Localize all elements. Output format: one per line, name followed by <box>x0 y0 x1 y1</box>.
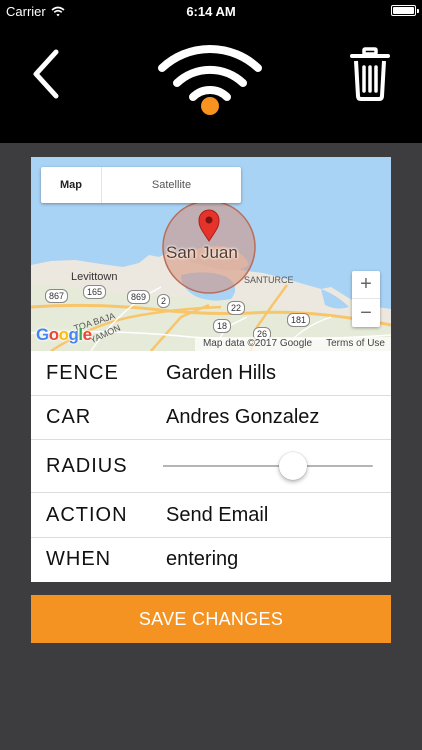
map-type-satellite-button[interactable]: Satellite <box>102 167 241 203</box>
place-label: San Juan <box>166 243 238 262</box>
delete-button[interactable] <box>346 46 394 102</box>
radius-label: RADIUS <box>46 454 128 477</box>
app-header <box>0 22 422 143</box>
fence-value[interactable]: Garden Hills <box>166 362 276 385</box>
car-row[interactable]: CAR Andres Gonzalez <box>31 396 391 440</box>
fence-label: FENCE <box>46 361 119 384</box>
geofence-details: FENCE Garden Hills CAR Andres Gonzalez R… <box>31 351 391 581</box>
radius-slider[interactable] <box>163 440 373 493</box>
radius-row: RADIUS <box>31 440 391 493</box>
map-attribution-text: Map data ©2017 Google <box>202 338 313 349</box>
road-shield: 165 <box>83 285 107 299</box>
status-bar: Carrier 6:14 AM <box>0 0 422 22</box>
map-attribution: Map data ©2017 Google Terms of Use <box>194 337 391 351</box>
google-logo: Google <box>36 325 92 344</box>
map-view[interactable]: San Juan Levittown SANTURCE TOA BAJA YAM… <box>31 157 391 351</box>
map-type-control: Map Satellite <box>41 167 241 203</box>
battery-level <box>393 7 414 14</box>
terms-of-use-link[interactable]: Terms of Use <box>326 338 385 351</box>
road-shield: 22 <box>227 301 246 315</box>
map-label-santurce: SANTURCE <box>244 275 294 285</box>
when-row[interactable]: WHEN entering <box>31 538 391 581</box>
action-value[interactable]: Send Email <box>166 504 268 527</box>
save-changes-button[interactable]: SAVE CHANGES <box>31 595 391 643</box>
status-time: 6:14 AM <box>186 4 236 19</box>
radius-slider-fill <box>163 465 294 467</box>
road-shield: 18 <box>213 319 232 333</box>
road-shield: 869 <box>127 290 151 304</box>
geofence-card: San Juan Levittown SANTURCE TOA BAJA YAM… <box>31 157 391 582</box>
when-value[interactable]: entering <box>166 548 238 571</box>
action-label: ACTION <box>46 503 128 526</box>
zoom-out-button[interactable]: − <box>352 299 380 327</box>
radius-slider-thumb[interactable] <box>279 452 308 480</box>
chevron-left-icon <box>33 49 59 99</box>
road-shield: 181 <box>287 313 311 327</box>
zoom-in-button[interactable]: + <box>352 271 380 299</box>
car-label: CAR <box>46 406 92 428</box>
when-label: WHEN <box>46 548 112 570</box>
back-button[interactable] <box>28 46 68 102</box>
action-row[interactable]: ACTION Send Email <box>31 493 391 538</box>
battery-icon <box>391 5 419 16</box>
wifi-icon <box>158 44 262 115</box>
map-type-map-button[interactable]: Map <box>41 167 102 203</box>
road-shield: 2 <box>157 294 171 308</box>
fence-row[interactable]: FENCE Garden Hills <box>31 351 391 396</box>
zoom-control: + − <box>352 271 380 327</box>
trash-icon <box>350 47 390 101</box>
map-label-levittown: Levittown <box>71 271 118 283</box>
road-shield: 867 <box>45 289 69 303</box>
car-value[interactable]: Andres Gonzalez <box>166 406 319 429</box>
